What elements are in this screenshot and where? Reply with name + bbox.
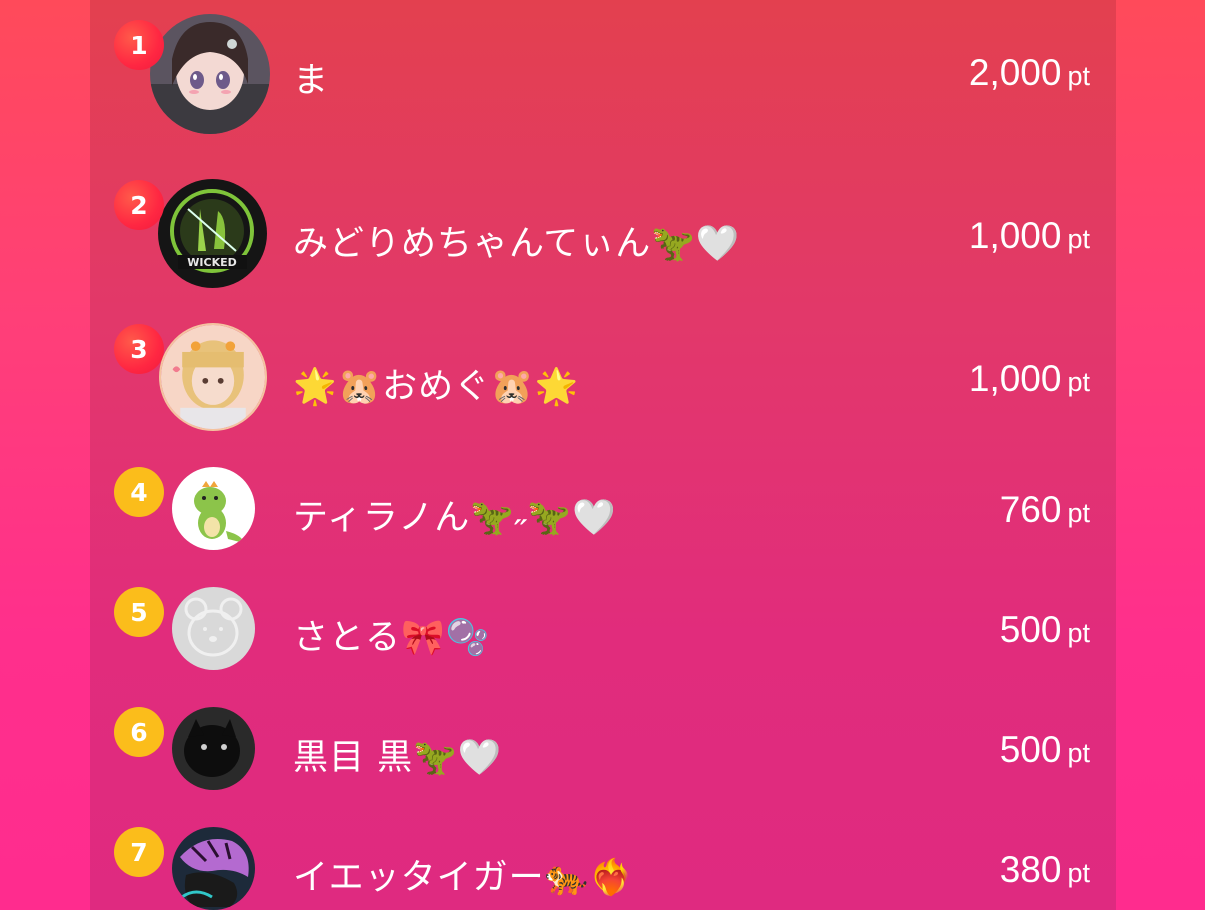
wicked-logo-avatar-icon[interactable]: WICKED (158, 179, 267, 288)
rank-badge: 7 (114, 827, 164, 877)
user-name: みどりめちゃんてぃん🦖🤍 (293, 224, 741, 264)
black-cat-avatar-icon[interactable] (172, 707, 255, 790)
rank-badge: 6 (114, 707, 164, 757)
ranking-row[interactable]: 3 🌟🐹おめぐ🐹🌟 1,000 pt (90, 323, 1116, 443)
bear-avatar-icon[interactable] (172, 587, 255, 670)
ranking-row[interactable]: 6 黒目 黒🦖🤍 500 pt (90, 707, 1116, 827)
user-name: イエッタイガー🐅❤️‍🔥 (293, 858, 634, 898)
ranking-row[interactable]: 5 さとる🎀🫧 500 pt (90, 587, 1116, 707)
user-name: さとる🎀🫧 (293, 618, 491, 658)
points-value: 760 pt (999, 489, 1090, 530)
points-value: 1,000 pt (968, 215, 1090, 256)
points-value: 500 pt (999, 729, 1090, 770)
rank-badge: 1 (114, 20, 164, 70)
user-name: ティラノん🦖˶🦖🤍 (293, 498, 617, 538)
user-name: 黒目 黒🦖🤍 (293, 738, 503, 778)
user-name: 🌟🐹おめぐ🐹🌟 (293, 367, 580, 407)
points-value: 380 pt (999, 849, 1090, 890)
ranking-panel: 1 ま 2,000 pt 2 WICKED みどりめちゃんてぃん🦖🤍 1,000… (90, 0, 1116, 910)
points-value: 500 pt (999, 609, 1090, 650)
user-name: ま (293, 61, 330, 101)
rank-badge: 2 (114, 180, 164, 230)
dinosaur-avatar-icon[interactable] (172, 467, 255, 550)
rank-badge: 3 (114, 324, 164, 374)
rank-badge: 5 (114, 587, 164, 637)
ranking-row[interactable]: 2 WICKED みどりめちゃんてぃん🦖🤍 1,000 pt (90, 179, 1116, 299)
ranking-row[interactable]: 7 イエッタイガー🐅❤️‍🔥 380 pt (90, 827, 1116, 910)
rank-badge: 4 (114, 467, 164, 517)
blonde-girl-avatar-icon[interactable] (159, 323, 267, 431)
ranking-row[interactable]: 4 ティラノん🦖˶🦖🤍 760 pt (90, 467, 1116, 587)
ranking-row[interactable]: 1 ま 2,000 pt (90, 14, 1116, 134)
anime-girl-avatar-icon[interactable] (150, 14, 270, 134)
points-value: 1,000 pt (968, 358, 1090, 399)
purple-tiger-avatar-icon[interactable] (172, 827, 255, 910)
svg-text:WICKED: WICKED (187, 256, 236, 269)
points-value: 2,000 pt (968, 52, 1090, 93)
